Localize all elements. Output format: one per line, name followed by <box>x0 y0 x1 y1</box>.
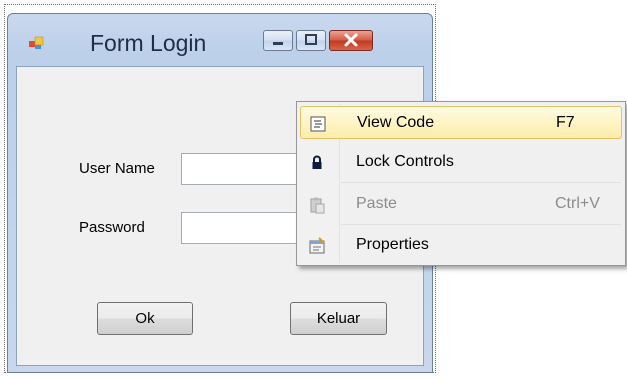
title-bar[interactable]: Form Login <box>8 14 432 66</box>
keluar-button[interactable]: Keluar <box>290 302 387 335</box>
minimize-icon <box>273 42 283 45</box>
menu-item-label: Paste <box>356 195 397 212</box>
menu-item-shortcut: F7 <box>556 114 575 131</box>
menu-separator <box>341 182 621 183</box>
context-menu: View Code F7 Lock Controls Paste Ctrl+V … <box>296 101 626 266</box>
minimize-button[interactable] <box>263 30 293 51</box>
maximize-button[interactable] <box>296 30 326 51</box>
lock-icon <box>312 155 322 169</box>
menu-item-shortcut: Ctrl+V <box>555 195 600 212</box>
username-label: User Name <box>79 160 155 177</box>
menu-item-label: Lock Controls <box>356 153 454 170</box>
paste-icon <box>310 197 325 214</box>
menu-separator <box>341 224 621 225</box>
keluar-button-label: Keluar <box>316 310 361 327</box>
view-code-icon <box>310 116 326 132</box>
ok-button[interactable]: Ok <box>97 302 193 335</box>
ok-button-label: Ok <box>135 310 155 327</box>
password-label: Password <box>79 219 145 236</box>
menu-item-label: View Code <box>357 114 435 131</box>
menu-item-lock-controls[interactable]: Lock Controls <box>300 146 622 179</box>
close-button[interactable] <box>329 30 373 51</box>
menu-item-view-code[interactable]: View Code F7 <box>300 106 622 139</box>
menu-item-paste[interactable]: Paste Ctrl+V <box>300 188 622 221</box>
window-title: Form Login <box>90 30 207 56</box>
menu-item-properties[interactable]: Properties <box>300 229 622 262</box>
properties-icon <box>309 237 325 254</box>
form-app-icon <box>29 36 44 49</box>
menu-item-label: Properties <box>356 236 429 253</box>
maximize-icon <box>305 34 317 45</box>
close-icon <box>344 33 358 47</box>
